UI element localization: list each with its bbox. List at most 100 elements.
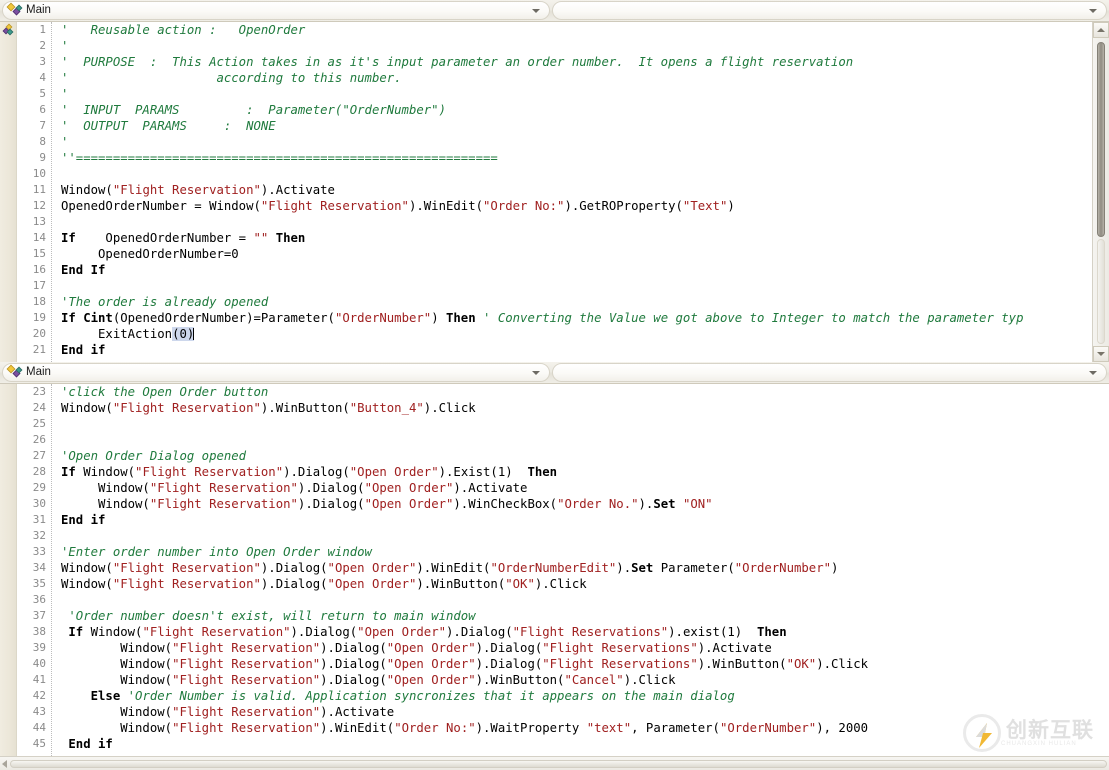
code-token: "OrderNumber"	[334, 311, 432, 325]
code-line[interactable]: Window("Flight Reservation").Dialog("Ope…	[61, 576, 1109, 592]
chevron-down-icon[interactable]	[532, 370, 540, 375]
code-token: "Flight Reservation"	[172, 721, 321, 735]
code-token: ' according to this number.	[61, 71, 402, 85]
code-token: If	[61, 231, 76, 245]
flow-action-icon	[6, 2, 24, 18]
code-line[interactable]: 'click the Open Order button	[61, 384, 1109, 400]
code-line[interactable]: Window("Flight Reservation").WinButton("…	[61, 400, 1109, 416]
code-line[interactable]: '	[61, 86, 1109, 102]
action-selector-label-top: Main	[26, 4, 51, 16]
scroll-up-button[interactable]	[1093, 22, 1109, 38]
vertical-scrollbar-track[interactable]	[1097, 239, 1105, 344]
code-line[interactable]: Window("Flight Reservation").Dialog("Ope…	[61, 480, 1109, 496]
code-token: Window(	[83, 625, 143, 639]
code-line[interactable]: If Window("Flight Reservation").Dialog("…	[61, 464, 1109, 480]
code-area-bottom[interactable]: 'click the Open Order button Window("Flig…	[52, 384, 1109, 756]
code-token: Window(	[61, 497, 150, 511]
code-line[interactable]: Window("Flight Reservation").Dialog("Ope…	[61, 672, 1109, 688]
code-line[interactable]: ' PURPOSE : This Action takes in as it's…	[61, 54, 1109, 70]
code-line[interactable]: End if	[61, 342, 1109, 358]
code-token: "Flight Reservation"	[142, 625, 291, 639]
code-line[interactable]: 'Order number doesn't exist, will return…	[61, 608, 1109, 624]
code-line[interactable]: 'Open Order Dialog opened	[61, 448, 1109, 464]
code-line[interactable]: ' Reusable action : OpenOrder	[61, 22, 1109, 38]
vertical-scrollbar-top[interactable]	[1092, 22, 1109, 362]
pane-body-top: 1 2 3 4 5 6 7 8 9 10 11 12 13 14 15 16 17 18 19 20 21 ' Reus…	[0, 22, 1109, 362]
line-number: 30	[32, 497, 46, 510]
code-line[interactable]: ' INPUT PARAMS : Parameter("OrderNumber"…	[61, 102, 1109, 118]
code-line[interactable]	[61, 416, 1109, 432]
code-token: End If	[61, 263, 106, 277]
code-line[interactable]: End If	[61, 262, 1109, 278]
code-token: "Open Order"	[327, 577, 417, 591]
breakpoint-gutter-top[interactable]	[0, 22, 17, 362]
code-line[interactable]: OpenedOrderNumber = Window("Flight Reser…	[61, 198, 1109, 214]
code-token: 'click the Open Order button	[61, 385, 269, 399]
line-number: 33	[32, 545, 46, 558]
chevron-down-icon[interactable]	[1089, 8, 1097, 13]
code-line[interactable]	[61, 528, 1109, 544]
code-line[interactable]	[61, 214, 1109, 230]
horizontal-scrollbar[interactable]	[0, 756, 1109, 770]
code-token: Else	[90, 689, 121, 703]
code-line[interactable]: Else 'Order Number is valid. Application…	[61, 688, 1109, 704]
code-token: ).WinButton(	[260, 401, 350, 415]
code-token: ' Reusable action : OpenOrder	[61, 23, 306, 37]
code-line[interactable]: 'Enter order number into Open Order wind…	[61, 544, 1109, 560]
code-line[interactable]	[61, 432, 1109, 448]
code-line[interactable]: Window("Flight Reservation").Dialog("Ope…	[61, 656, 1109, 672]
code-token: ).Dialog(	[320, 641, 387, 655]
code-token: Window(	[61, 481, 150, 495]
code-token: "Text"	[682, 199, 728, 213]
code-token: "Open Order"	[327, 561, 417, 575]
code-token: "Flight Reservation"	[112, 401, 261, 415]
code-token: "Open Order"	[364, 481, 454, 495]
code-line[interactable]: ExitAction(0)	[61, 326, 1109, 342]
function-selector-combobox-bottom[interactable]	[552, 363, 1107, 382]
code-line[interactable]: If OpenedOrderNumber = "" Then	[61, 230, 1109, 246]
vertical-scrollbar-thumb[interactable]	[1097, 42, 1105, 237]
code-line[interactable]: Window("Flight Reservation").Activate	[61, 704, 1109, 720]
code-line[interactable]: If Cint(OpenedOrderNumber)=Parameter("Or…	[61, 310, 1109, 326]
code-line[interactable]: Window("Flight Reservation").Dialog("Ope…	[61, 560, 1109, 576]
line-number: 20	[32, 327, 46, 340]
code-line[interactable]: OpenedOrderNumber=0	[61, 246, 1109, 262]
breakpoint-gutter-bottom[interactable]	[0, 384, 17, 756]
chevron-down-icon[interactable]	[532, 8, 540, 13]
line-number: 13	[32, 215, 46, 228]
code-token: ).Dialog(	[260, 561, 328, 575]
code-token: "Flight Reservation"	[112, 561, 261, 575]
code-area-top[interactable]: ' Reusable action : OpenOrder ' ' PURPOSE …	[52, 22, 1109, 362]
code-line[interactable]: End if	[61, 736, 1109, 752]
code-token: ).Dialog(	[260, 577, 328, 591]
line-number: 4	[39, 71, 46, 84]
scroll-down-button[interactable]	[1093, 346, 1109, 362]
code-line[interactable]: '	[61, 38, 1109, 54]
code-line[interactable]: ''======================================…	[61, 150, 1109, 166]
code-line[interactable]: Window("Flight Reservation").Activate	[61, 182, 1109, 198]
code-line[interactable]: Window("Flight Reservation").Dialog("Ope…	[61, 640, 1109, 656]
code-token: ).	[638, 497, 654, 511]
code-line[interactable]: If Window("Flight Reservation").Dialog("…	[61, 624, 1109, 640]
function-selector-combobox-top[interactable]	[552, 1, 1107, 20]
code-token: If	[68, 625, 84, 639]
code-line[interactable]	[61, 592, 1109, 608]
code-line[interactable]: ' OUTPUT PARAMS : NONE	[61, 118, 1109, 134]
horizontal-scrollbar-thumb[interactable]	[10, 760, 1107, 768]
code-line[interactable]: ' according to this number.	[61, 70, 1109, 86]
code-line[interactable]: '	[61, 134, 1109, 150]
action-selector-combobox-bottom[interactable]: Main	[2, 363, 550, 382]
action-selector-combobox-top[interactable]: Main	[2, 1, 550, 20]
code-token: Then	[275, 231, 306, 245]
chevron-down-icon[interactable]	[1089, 370, 1097, 375]
line-number: 39	[32, 641, 46, 654]
code-line[interactable]: Window("Flight Reservation").Dialog("Ope…	[61, 496, 1109, 512]
code-line[interactable]	[61, 278, 1109, 294]
code-line[interactable]: Window("Flight Reservation").WinEdit("Or…	[61, 720, 1109, 736]
code-line[interactable]: 'The order is already opened	[61, 294, 1109, 310]
code-token: '	[61, 135, 69, 149]
code-line[interactable]: End if	[61, 512, 1109, 528]
code-line[interactable]	[61, 166, 1109, 182]
scroll-left-arrow-icon[interactable]	[2, 760, 7, 768]
code-token: "Open Order"	[386, 657, 476, 671]
